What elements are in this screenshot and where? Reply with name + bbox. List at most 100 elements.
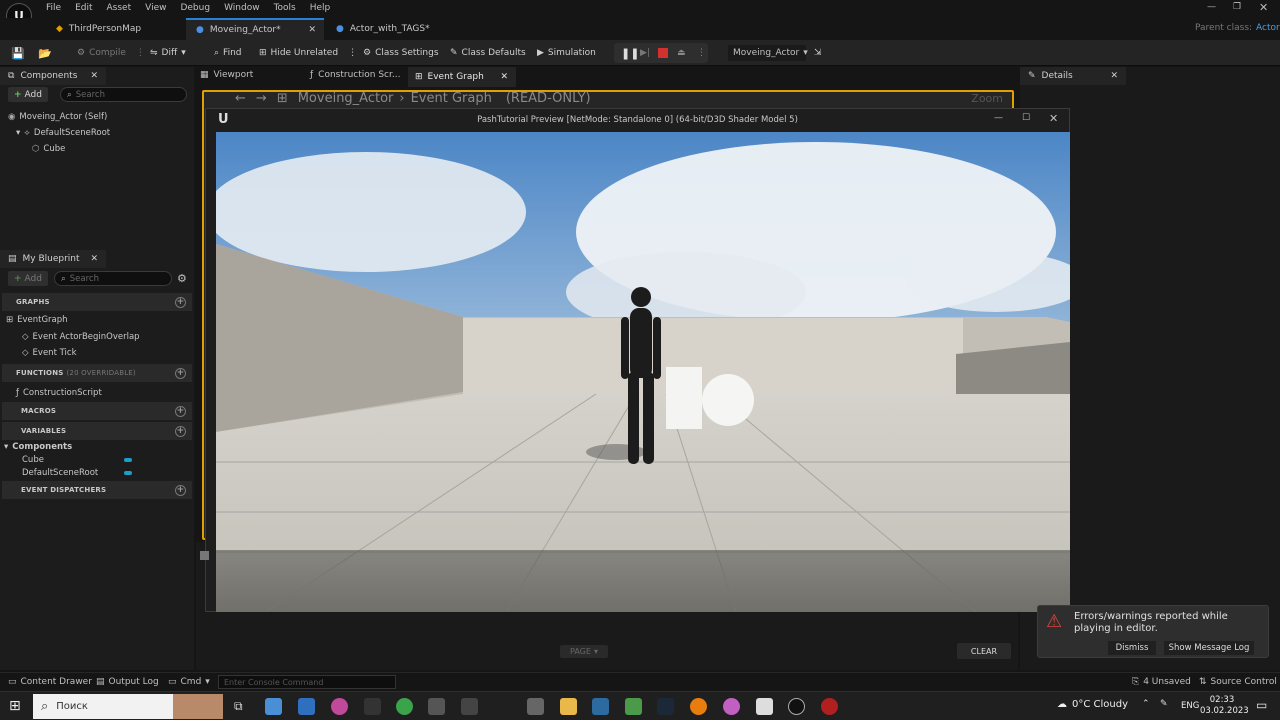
macros-section-header[interactable]: MACROS + <box>2 402 192 420</box>
variable-category-components[interactable]: ▾ Components <box>4 440 72 454</box>
windows-start-icon[interactable]: ⊞ <box>9 698 21 714</box>
tab-third-person-map[interactable]: ◆ ThirdPersonMap <box>46 18 182 40</box>
notifications-icon[interactable]: ▭ <box>1256 698 1267 712</box>
event-dispatchers-section-header[interactable]: EVENT DISPATCHERS + <box>2 481 192 499</box>
steam-icon[interactable] <box>657 698 674 715</box>
epic-games-icon[interactable] <box>364 698 381 715</box>
diff-button[interactable]: ⇋ Diff ▾ <box>150 40 186 66</box>
minimize-icon[interactable]: — <box>994 113 1003 123</box>
clock[interactable]: 02:33 03.02.2023 <box>1200 695 1249 717</box>
details-tab[interactable]: ✎ Details ✕ <box>1020 67 1126 85</box>
my-blueprint-search-input[interactable]: ⌕ Search <box>54 271 172 286</box>
breadcrumb-actor[interactable]: Moveing_Actor <box>298 91 394 106</box>
close-window-button[interactable]: ✕ <box>1259 1 1268 14</box>
mail-icon[interactable] <box>298 698 315 715</box>
find-button[interactable]: ⌕ Find <box>214 40 242 66</box>
compile-options-icon[interactable]: ⋮ <box>136 48 145 58</box>
add-dispatcher-icon[interactable]: + <box>175 484 186 496</box>
stop-button[interactable] <box>658 48 668 58</box>
expand-arrow-icon[interactable]: ▾ <box>4 442 8 452</box>
frame-skip-icon[interactable]: ▶| <box>640 40 650 66</box>
unsaved-indicator[interactable]: ⎘ 4 Unsaved <box>1132 677 1191 687</box>
breadcrumb-graph[interactable]: Event Graph <box>411 91 492 106</box>
parent-class-link[interactable]: Actor <box>1256 23 1280 33</box>
eject-icon[interactable]: ⏏ <box>677 40 686 66</box>
graphs-section-header[interactable]: GRAPHS + <box>2 293 192 311</box>
components-search-input[interactable]: ⌕ Search <box>60 87 187 102</box>
clear-button[interactable]: CLEAR <box>957 643 1011 659</box>
close-tab-icon[interactable]: ✕ <box>90 71 98 81</box>
taskbar-app-icon[interactable] <box>265 698 282 715</box>
maximize-window-button[interactable]: ❐ <box>1233 2 1241 12</box>
app-tool-icon[interactable] <box>461 698 478 715</box>
upwork-icon[interactable] <box>396 698 413 715</box>
forward-arrow-icon[interactable]: → <box>256 91 267 106</box>
color-app-icon[interactable] <box>723 698 740 715</box>
tab-event-graph[interactable]: ⊞ Event Graph ✕ <box>408 67 516 87</box>
close-tab-icon[interactable]: ✕ <box>308 25 316 35</box>
options-icon[interactable]: ⋮ <box>348 48 357 58</box>
add-member-button[interactable]: + Add <box>8 271 48 286</box>
expand-arrow-icon[interactable]: ▾ <box>16 128 20 138</box>
cmd-select[interactable]: ▭ Cmd ▾ <box>168 677 210 687</box>
browse-icon[interactable]: 📂 <box>38 40 52 66</box>
page-select[interactable]: PAGE ▾ <box>560 645 608 658</box>
folder-icon[interactable] <box>560 698 577 715</box>
menu-help[interactable]: Help <box>310 3 331 13</box>
play-options-icon[interactable]: ⋮ <box>697 40 706 66</box>
simulation-button[interactable]: ▶ Simulation <box>537 40 596 66</box>
language-indicator[interactable]: ENG <box>1181 701 1199 711</box>
menu-window[interactable]: Window <box>224 3 260 13</box>
tab-viewport[interactable]: ▦ Viewport <box>200 70 253 80</box>
browser-icon[interactable] <box>331 698 348 715</box>
add-macro-icon[interactable]: + <box>175 405 186 417</box>
tree-item-default-scene-root[interactable]: ▾ ⟡ DefaultSceneRoot <box>16 126 110 140</box>
close-tab-icon[interactable]: ✕ <box>90 254 98 264</box>
blender-icon[interactable] <box>690 698 707 715</box>
tab-construction-script[interactable]: ƒ Construction Scr... <box>310 70 400 80</box>
components-tab[interactable]: ⧉ Components ✕ <box>0 67 106 85</box>
weather-widget[interactable]: ☁ 0°C Cloudy <box>1057 699 1128 710</box>
show-message-log-button[interactable]: Show Message Log <box>1164 641 1254 655</box>
variable-item-default-scene-root[interactable]: DefaultSceneRoot <box>22 466 132 480</box>
menu-debug[interactable]: Debug <box>180 3 210 13</box>
notes-app-icon[interactable] <box>756 698 773 715</box>
unreal-engine-icon[interactable] <box>788 698 805 715</box>
functions-section-header[interactable]: FUNCTIONS (20 OVERRIDABLE) + <box>2 364 192 382</box>
tab-actor-with-tags[interactable]: ● Actor_with_TAGS* <box>326 18 456 40</box>
compile-button[interactable]: ⚙ Compile ⋮ <box>77 40 145 66</box>
variables-section-header[interactable]: VARIABLES + <box>2 422 192 440</box>
add-variable-icon[interactable]: + <box>175 425 186 437</box>
content-drawer-button[interactable]: ▭ Content Drawer <box>8 677 92 687</box>
save-icon[interactable]: 💾 <box>11 40 25 66</box>
close-icon[interactable]: ✕ <box>1049 112 1058 125</box>
menu-tools[interactable]: Tools <box>274 3 296 13</box>
debug-object-select[interactable]: Moveing_Actor ▾ <box>728 45 808 61</box>
game-viewport[interactable] <box>216 132 1070 612</box>
close-tab-icon[interactable]: ✕ <box>500 72 508 82</box>
menu-view[interactable]: View <box>145 3 166 13</box>
tree-app-icon[interactable] <box>625 698 642 715</box>
graph-item-event-graph[interactable]: ⊞ EventGraph <box>6 313 68 327</box>
add-component-button[interactable]: + Add <box>8 87 48 102</box>
maximize-icon[interactable]: ☐ <box>1022 113 1030 123</box>
dismiss-button[interactable]: Dismiss <box>1108 641 1156 655</box>
menu-edit[interactable]: Edit <box>75 3 92 13</box>
event-item-begin-overlap[interactable]: ◇ Event ActorBeginOverlap <box>22 330 140 344</box>
clapper-icon[interactable] <box>527 698 544 715</box>
photo-app-icon[interactable] <box>592 698 609 715</box>
function-item-construction-script[interactable]: ƒ ConstructionScript <box>16 386 102 400</box>
record-app-icon[interactable] <box>821 698 838 715</box>
menu-file[interactable]: File <box>46 3 61 13</box>
menu-asset[interactable]: Asset <box>107 3 132 13</box>
tree-item-cube[interactable]: ⬡ Cube <box>32 142 65 156</box>
pen-icon[interactable]: ✎ <box>1160 699 1168 709</box>
variable-item-cube[interactable]: Cube <box>22 453 132 467</box>
hide-unrelated-button[interactable]: ⊞ Hide Unrelated ⋮ <box>259 40 357 66</box>
back-arrow-icon[interactable]: ← <box>235 91 246 106</box>
minimize-window-button[interactable]: — <box>1207 2 1216 12</box>
source-control-button[interactable]: ⇅ Source Control <box>1199 677 1277 687</box>
debug-filter-icon[interactable]: ⇲ <box>814 40 822 66</box>
add-function-icon[interactable]: + <box>175 367 186 379</box>
my-blueprint-tab[interactable]: ▤ My Blueprint ✕ <box>0 250 106 268</box>
